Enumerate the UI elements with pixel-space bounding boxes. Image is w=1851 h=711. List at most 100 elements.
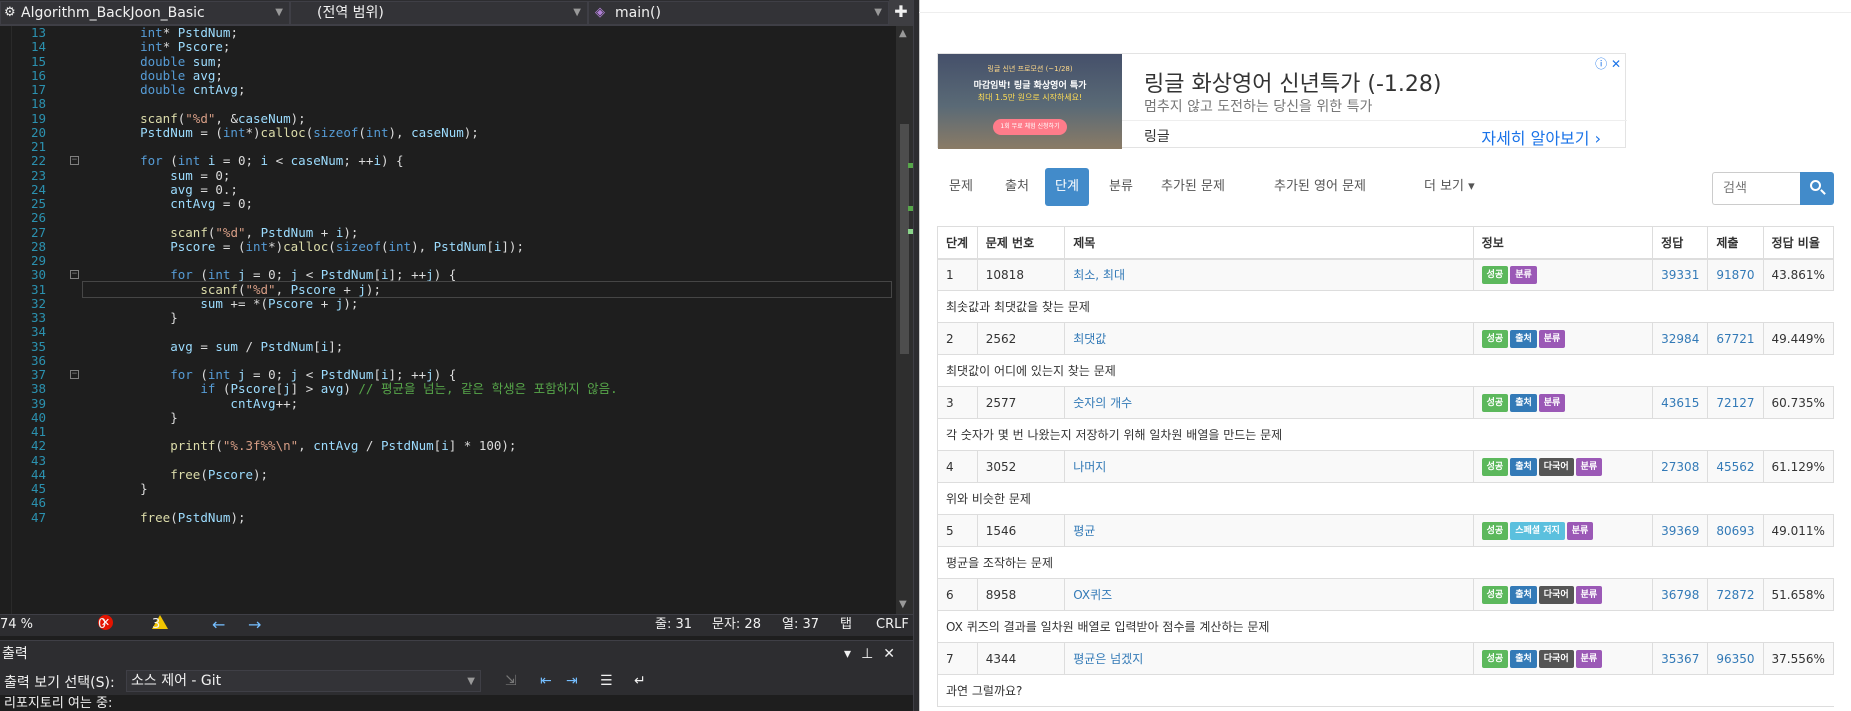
cell-info: 성공 출처 다국어 분류 bbox=[1473, 578, 1654, 611]
cell-title-link[interactable]: 나머지 bbox=[1073, 460, 1106, 474]
cell-submissions-link[interactable]: 67721 bbox=[1716, 332, 1754, 346]
cell-submissions: 72872 bbox=[1707, 578, 1764, 611]
info-tag[interactable]: 다국어 bbox=[1538, 585, 1574, 604]
cell-accepted-link[interactable]: 43615 bbox=[1661, 396, 1699, 410]
fold-toggle-icon[interactable]: − bbox=[70, 156, 79, 166]
cell-accepted-link[interactable]: 39331 bbox=[1661, 268, 1699, 282]
scroll-down-icon[interactable]: ▼ bbox=[899, 599, 907, 610]
advertisement-banner[interactable]: 링글 신년 프로모션 (~1/28) 마감임박! 링글 화상영어 특가 최대 1… bbox=[937, 53, 1627, 149]
ad-image-button[interactable]: 1회 무료 체험 신청하기 bbox=[993, 119, 1067, 135]
info-tag[interactable]: 출처 bbox=[1510, 457, 1537, 476]
info-tag[interactable]: 출처 bbox=[1510, 649, 1537, 668]
search-input[interactable]: 검색 bbox=[1712, 172, 1800, 205]
vertical-scrollbar[interactable]: ▲ ▼ bbox=[896, 26, 913, 614]
description-row: 최댓값이 어디에 있는지 찾는 문제 bbox=[937, 354, 1834, 387]
cell-accepted-link[interactable]: 35367 bbox=[1661, 652, 1699, 666]
find-message-icon[interactable]: ⇲ bbox=[505, 673, 517, 689]
scope-dropdown[interactable]: (전역 범위) ▼ bbox=[290, 1, 588, 25]
tab-steps[interactable]: 단계 bbox=[1045, 168, 1089, 206]
word-wrap-icon[interactable]: ↵ bbox=[634, 673, 646, 689]
search-button[interactable] bbox=[1800, 172, 1834, 205]
cell-number: 3052 bbox=[977, 450, 1066, 483]
cell-accepted-link[interactable]: 36798 bbox=[1661, 588, 1699, 602]
cell-accepted-link[interactable]: 39369 bbox=[1661, 524, 1699, 538]
code-line[interactable]: 47 free(PstdNum); bbox=[0, 509, 890, 526]
project-dropdown[interactable]: ⚙ Algorithm_BackJoon_Basic ▼ bbox=[0, 1, 290, 25]
cell-ratio: 49.011% bbox=[1763, 514, 1835, 547]
info-tag[interactable]: 성공 bbox=[1481, 265, 1509, 284]
table-row: 3 2577 숫자의 개수 성공 출처 분류 43615 72127 60.735% bbox=[937, 386, 1835, 419]
output-source-dropdown[interactable]: 소스 제어 - Git ▼ bbox=[126, 670, 481, 692]
cell-submissions-link[interactable]: 91870 bbox=[1716, 268, 1754, 282]
navigate-back-icon[interactable]: ← bbox=[212, 615, 225, 635]
info-tag[interactable]: 성공 bbox=[1481, 457, 1509, 476]
cell-title-link[interactable]: 최소, 최대 bbox=[1073, 268, 1125, 282]
info-tag[interactable]: 분류 bbox=[1566, 521, 1594, 540]
column-indicator: 열: 37 bbox=[782, 617, 820, 632]
zoom-level[interactable]: 74 % bbox=[0, 615, 33, 635]
info-tag[interactable]: 성공 bbox=[1481, 649, 1509, 668]
clear-all-icon[interactable]: ☰ bbox=[600, 673, 613, 689]
cell-number: 10818 bbox=[977, 258, 1066, 291]
cell-submissions-link[interactable]: 72872 bbox=[1716, 588, 1754, 602]
tab-added-english[interactable]: 추가된 영어 문제 bbox=[1262, 168, 1378, 206]
cell-submissions-link[interactable]: 96350 bbox=[1716, 652, 1754, 666]
info-tag[interactable]: 다국어 bbox=[1538, 457, 1574, 476]
next-message-icon[interactable]: ⇥ bbox=[566, 673, 578, 689]
info-tag[interactable]: 분류 bbox=[1510, 265, 1537, 284]
navigate-forward-icon[interactable]: → bbox=[248, 615, 261, 635]
ad-close-icon[interactable]: ⓘ ✕ bbox=[1595, 55, 1621, 72]
info-tag[interactable]: 스페셜 저지 bbox=[1510, 521, 1565, 540]
info-tag[interactable]: 분류 bbox=[1575, 457, 1603, 476]
ad-more-link[interactable]: 자세히 알아보기 › bbox=[1481, 125, 1601, 149]
cell-accepted-link[interactable]: 27308 bbox=[1661, 460, 1699, 474]
info-tag[interactable]: 성공 bbox=[1481, 393, 1509, 412]
info-tag[interactable]: 출처 bbox=[1510, 585, 1537, 604]
ad-image[interactable]: 링글 신년 프로모션 (~1/28) 마감임박! 링글 화상영어 특가 최대 1… bbox=[938, 54, 1122, 149]
problem-table-body: 1 10818 최소, 최대 성공 분류 39331 91870 43.861% 최솟값과 최댓… bbox=[937, 258, 1835, 707]
prev-message-icon[interactable]: ⇤ bbox=[540, 673, 552, 689]
tab-added-problems[interactable]: 추가된 문제 bbox=[1149, 168, 1237, 206]
cell-title-link[interactable]: 최댓값 bbox=[1073, 332, 1106, 346]
line-ending-indicator[interactable]: CRLF bbox=[876, 615, 909, 635]
scope-name: (전역 범위) bbox=[317, 5, 384, 21]
cell-accepted-link[interactable]: 32984 bbox=[1661, 332, 1699, 346]
pin-icon[interactable]: ⊥ bbox=[861, 646, 883, 662]
line-indicator: 줄: 31 bbox=[655, 617, 693, 632]
info-tag[interactable]: 분류 bbox=[1575, 585, 1603, 604]
cell-title-link[interactable]: 숫자의 개수 bbox=[1073, 396, 1132, 410]
split-window-button[interactable]: ✚ bbox=[889, 0, 913, 26]
info-tag[interactable]: 분류 bbox=[1538, 329, 1566, 348]
scrollbar-thumb[interactable] bbox=[900, 124, 909, 354]
info-tag[interactable]: 출처 bbox=[1510, 393, 1537, 412]
tab-sources[interactable]: 출처 bbox=[993, 168, 1041, 206]
info-tag[interactable]: 분류 bbox=[1575, 649, 1603, 668]
info-tag[interactable]: 성공 bbox=[1481, 521, 1509, 540]
cell-submissions-link[interactable]: 45562 bbox=[1716, 460, 1754, 474]
tab-indicator[interactable]: 탭 bbox=[840, 615, 852, 635]
info-tag[interactable]: 분류 bbox=[1538, 393, 1566, 412]
cell-submissions: 45562 bbox=[1707, 450, 1764, 483]
dropdown-icon[interactable]: ▾ bbox=[844, 646, 861, 662]
cell-title-link[interactable]: 평균은 넘겠지 bbox=[1073, 652, 1143, 666]
close-icon[interactable]: ✕ bbox=[883, 646, 905, 662]
scroll-up-icon[interactable]: ▲ bbox=[899, 28, 907, 39]
cell-title-link[interactable]: 평균 bbox=[1073, 524, 1095, 538]
info-tag[interactable]: 성공 bbox=[1481, 329, 1509, 348]
info-tag[interactable]: 다국어 bbox=[1538, 649, 1574, 668]
tab-categories[interactable]: 분류 bbox=[1097, 168, 1145, 206]
table-row: 4 3052 나머지 성공 출처 다국어 분류 27308 45562 61.129% bbox=[937, 450, 1835, 483]
info-tag[interactable]: 출처 bbox=[1510, 329, 1537, 348]
cell-submissions-link[interactable]: 72127 bbox=[1716, 396, 1754, 410]
ad-title[interactable]: 링글 화상영어 신년특가 (-1.28) bbox=[1144, 66, 1441, 98]
tab-problems[interactable]: 문제 bbox=[937, 168, 985, 206]
cell-title-link[interactable]: OX퀴즈 bbox=[1073, 588, 1112, 602]
function-dropdown[interactable]: ◈ main() ▼ bbox=[588, 1, 889, 25]
info-tag[interactable]: 성공 bbox=[1481, 585, 1509, 604]
tab-more[interactable]: 더 보기 ▾ bbox=[1412, 168, 1487, 206]
fold-toggle-icon[interactable]: − bbox=[70, 270, 79, 280]
fold-toggle-icon[interactable]: − bbox=[70, 370, 79, 379]
code-editor[interactable]: 13 int* PstdNum; 14 int* Pscore; 15 double… bbox=[0, 26, 913, 614]
cell-accepted: 36798 bbox=[1652, 578, 1709, 611]
cell-submissions-link[interactable]: 80693 bbox=[1716, 524, 1754, 538]
